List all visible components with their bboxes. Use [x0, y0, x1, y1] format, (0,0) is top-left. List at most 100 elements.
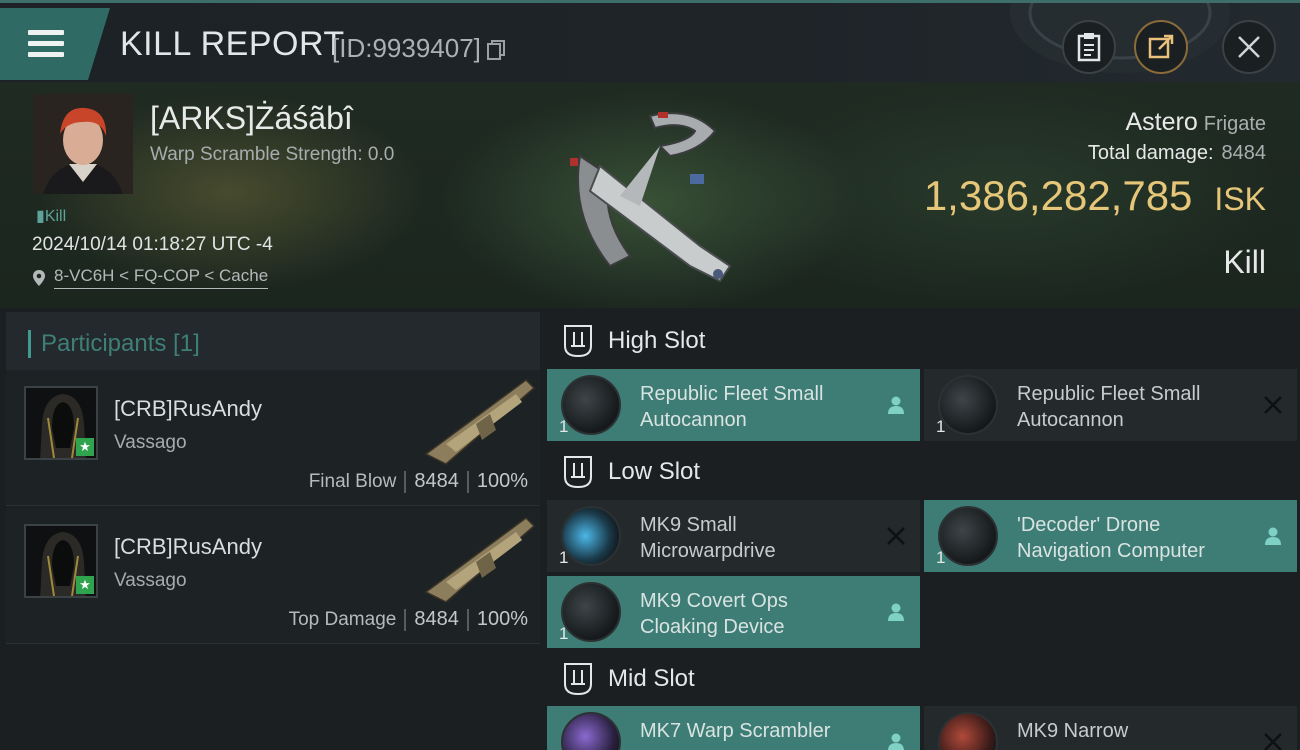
participant-percent: 100%: [476, 470, 528, 492]
module-name: MK9 Covert Ops Cloaking Device: [640, 590, 788, 638]
participant-row[interactable]: ★ [CRB]RusAndy Vassago Final Blow 8484 1…: [6, 370, 540, 506]
stat-divider: [404, 608, 407, 631]
planet-decoration: [1010, 3, 1230, 85]
module-item[interactable]: 1 Republic Fleet Small Autocannon: [924, 369, 1297, 441]
slot-label: Low Slot: [608, 458, 701, 485]
total-damage: Total damage: 8484: [1088, 142, 1266, 165]
isk-unit: ISK: [1214, 181, 1266, 217]
autocannon-icon: [938, 375, 998, 435]
slot-icon: [564, 456, 592, 489]
stat-divider: [404, 470, 407, 493]
participants-title: Participants [1]: [28, 330, 200, 358]
star-icon: ★: [76, 576, 94, 594]
ship-class: Frigate: [1203, 113, 1266, 135]
participant-ship-image: [424, 517, 536, 603]
hamburger-icon-line: [28, 52, 64, 57]
hamburger-icon: [28, 30, 64, 35]
module-item[interactable]: MK7 Warp Scrambler: [547, 706, 920, 750]
stat-divider: [466, 608, 469, 631]
participant-stats: Final Blow 8484 100%: [309, 470, 528, 493]
person-icon: [888, 603, 904, 621]
clipboard-icon: [1077, 33, 1101, 62]
slot-label: High Slot: [608, 327, 706, 354]
autocannon-icon: [561, 375, 621, 435]
participants-header: Participants [1]: [6, 312, 540, 372]
star-icon: ★: [76, 438, 94, 456]
participant-role: Final Blow: [308, 470, 397, 492]
module-icon: [938, 712, 998, 750]
module-quantity: 1: [559, 417, 569, 436]
ship-name-value: Astero: [1125, 108, 1198, 136]
victim-name[interactable]: [ARKS]Żáśãbî: [150, 100, 353, 137]
module-item[interactable]: 1 'Decoder' Drone Navigation Computer: [924, 500, 1297, 572]
participant-ship-image: [424, 379, 536, 465]
report-id: [ID:9939407]: [332, 33, 481, 63]
cross-icon: [1264, 733, 1282, 750]
module-item[interactable]: 1 MK9 Small Microwarpdrive: [547, 500, 920, 572]
slot-label: Mid Slot: [608, 665, 695, 692]
menu-button[interactable]: [0, 8, 110, 80]
location-pin-icon: [33, 269, 45, 286]
participant-stats: Top Damage 8484 100%: [289, 608, 528, 631]
victim-ship-image[interactable]: [540, 96, 750, 296]
module-name: MK9 Small Microwarpdrive: [640, 514, 776, 562]
stat-divider: [466, 470, 469, 493]
fittings-panel: High Slot 1 Republic Fleet Small Autocan…: [540, 308, 1300, 750]
module-quantity: 1: [559, 624, 569, 643]
participant-name: [CRB]RusAndy: [114, 534, 262, 559]
isk-value: 1,386,282,785: [923, 172, 1193, 219]
total-damage-value: 8484: [1221, 142, 1267, 164]
person-icon: [1265, 527, 1281, 545]
share-button[interactable]: [1134, 20, 1188, 74]
module-name: 'Decoder' Drone Navigation Computer: [1017, 514, 1205, 562]
module-name: MK7 Warp Scrambler: [640, 720, 831, 742]
participant-name: [CRB]RusAndy: [114, 396, 262, 421]
kill-time: 2024/10/14 01:18:27 UTC -4: [32, 234, 273, 255]
isk-value-row: 1,386,282,785 ISK: [924, 172, 1266, 220]
clipboard-button[interactable]: [1062, 20, 1116, 74]
participant-ship: Vassago: [114, 432, 187, 453]
victim-banner: [ARKS]Żáśãbî Warp Scramble Strength: 0.0…: [0, 82, 1300, 308]
header-bar: KILL REPORT [ID:9939407]: [0, 0, 1300, 82]
cross-icon: [887, 527, 905, 545]
module-item[interactable]: 1 Republic Fleet Small Autocannon: [547, 369, 920, 441]
warp-scramble-strength: Warp Scramble Strength: 0.0: [150, 144, 395, 165]
participant-ship: Vassago: [114, 570, 187, 591]
page-title: KILL REPORT: [120, 25, 345, 63]
close-icon: [1238, 36, 1260, 58]
location-text: 8-VC6H < FQ-COP < Cache: [54, 266, 269, 289]
warp-scrambler-icon: [561, 712, 621, 750]
location-link[interactable]: 8-VC6H < FQ-COP < Cache: [32, 266, 269, 289]
person-icon: [888, 733, 904, 750]
participants-panel: Participants [1] ★ [CRB]RusAndy Vassago …: [0, 308, 540, 750]
slot-header-high: High Slot: [562, 321, 705, 361]
copy-icon[interactable]: [486, 39, 506, 61]
module-item[interactable]: 1 MK9 Covert Ops Cloaking Device: [547, 576, 920, 648]
kill-tag: ▮Kill: [36, 208, 67, 225]
participant-percent: 100%: [476, 608, 528, 630]
microwarpdrive-icon: [561, 506, 621, 566]
close-button[interactable]: [1222, 20, 1276, 74]
kill-tag-label: Kill: [44, 208, 67, 225]
participant-avatar[interactable]: ★: [24, 524, 98, 598]
person-icon: [888, 396, 904, 414]
slot-header-mid: Mid Slot: [562, 659, 695, 699]
module-name: Republic Fleet Small Autocannon: [640, 383, 824, 431]
participant-avatar[interactable]: ★: [24, 386, 98, 460]
module-quantity: 1: [559, 548, 569, 567]
module-quantity: 1: [936, 417, 946, 436]
victim-portrait[interactable]: [33, 94, 133, 194]
ship-name[interactable]: Astero Frigate: [1125, 108, 1266, 137]
share-icon: [1148, 34, 1174, 59]
module-quantity: 1: [936, 548, 946, 567]
participant-role: Top Damage: [288, 608, 397, 630]
module-item[interactable]: MK9 Narrow: [924, 706, 1297, 750]
cross-icon: [1264, 396, 1282, 414]
slot-icon: [564, 325, 592, 358]
hamburger-icon-line: [28, 41, 64, 46]
result-label: Kill: [1223, 244, 1266, 280]
module-name: Republic Fleet Small Autocannon: [1017, 383, 1201, 431]
total-damage-label: Total damage:: [1087, 142, 1214, 164]
participant-row[interactable]: ★ [CRB]RusAndy Vassago Top Damage 8484 1…: [6, 508, 540, 644]
participant-damage: 8484: [414, 470, 459, 492]
